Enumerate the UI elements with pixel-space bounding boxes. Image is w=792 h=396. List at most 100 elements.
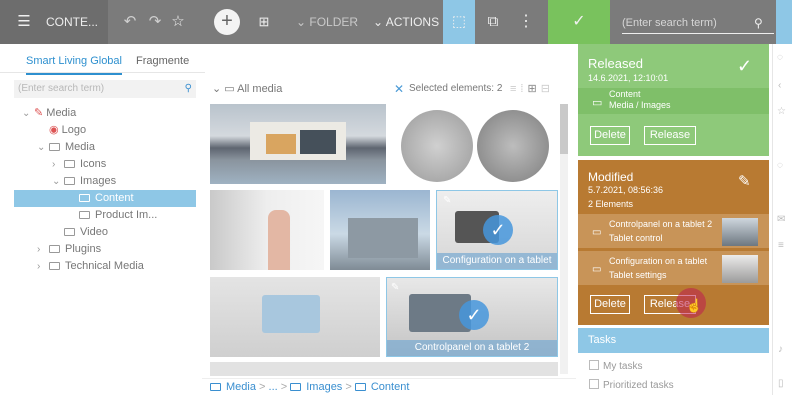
search-icon[interactable]: ⚲ [754, 16, 763, 30]
bell-icon[interactable]: ♪ [778, 344, 783, 355]
breadcrumb: Media > ... > Images > Content [202, 378, 576, 395]
modified-count: 2 Elements [588, 199, 634, 209]
chevron-down-icon: ⌄ [373, 15, 386, 29]
tree-item[interactable]: ◉ Logo [14, 122, 196, 139]
publish-button[interactable]: ✓ [548, 0, 610, 44]
task-label: Prioritized tasks [603, 380, 674, 391]
more-vertical-icon[interactable]: ⋮ [518, 0, 534, 44]
selected-check-icon: ✓ [459, 300, 489, 330]
tree-item[interactable]: › Technical Media [14, 258, 196, 275]
tree-item-label: Product Im... [95, 209, 158, 221]
top-search-input[interactable]: (Enter search term) [622, 12, 774, 34]
tree-item-label: Media [46, 107, 77, 119]
tree-item-label: Icons [80, 158, 107, 170]
folder-icon [79, 211, 90, 219]
delete-button[interactable]: Delete [590, 126, 630, 145]
rail-icon[interactable]: ▯ [778, 378, 784, 389]
task-prioritized[interactable]: Prioritized tasks [589, 379, 674, 391]
redo-icon[interactable]: ↷ [145, 0, 165, 44]
clear-selection-icon[interactable]: ✕ [394, 82, 404, 96]
folder-icon [79, 194, 90, 202]
release-button[interactable]: Release [644, 126, 696, 145]
image-configuration-tablet[interactable]: ✓ ✎ Configuration on a tablet [436, 190, 558, 270]
app-title[interactable]: CONTE... [46, 0, 98, 44]
tree-item[interactable]: Video [14, 224, 196, 241]
modified-item-sub: Tablet settings [609, 270, 667, 280]
chevron-right-icon[interactable]: › [52, 156, 64, 173]
grid-scrollbar[interactable] [560, 104, 568, 374]
tree-item-label: Images [80, 175, 117, 187]
all-media-label: All media [237, 83, 283, 95]
pencil-icon[interactable]: ✎ [738, 172, 751, 190]
chevron-right-icon[interactable]: › [37, 241, 49, 258]
breadcrumb-item[interactable]: Images [306, 381, 342, 393]
folder-icon [49, 262, 60, 270]
image-woman-blinds[interactable] [210, 190, 324, 270]
tree-item[interactable]: › Icons [14, 156, 196, 173]
grid-icon[interactable]: ⊞ [255, 0, 273, 44]
tree-item-label: Plugins [65, 243, 102, 255]
breadcrumb-item[interactable]: ... [269, 381, 278, 393]
chevron-right-icon[interactable]: › [37, 258, 49, 275]
devices-icon[interactable]: ⧉ [482, 0, 504, 44]
chevron-left-icon[interactable]: ‹ [778, 80, 781, 91]
image-smart-home-panel[interactable] [210, 277, 380, 357]
pencil-icon: ✎ [443, 195, 452, 206]
star-icon[interactable]: ☆ [777, 106, 786, 117]
modified-item-sub: Tablet control [609, 233, 663, 243]
folder-icon [64, 160, 75, 168]
tree-item[interactable]: ⌄ Media [14, 139, 196, 156]
tree-item[interactable]: ⌄ Images [14, 173, 196, 190]
image-robot-vacuum[interactable] [393, 104, 557, 184]
tree-item-label: Content [95, 192, 134, 204]
tree-item[interactable]: Content [14, 190, 196, 207]
image-controlpanel-tablet[interactable]: ✓ ✎ Controlpanel on a tablet 2 [386, 277, 558, 357]
mail-icon[interactable]: ✉ [777, 214, 785, 225]
actions-menu[interactable]: ⌄ ACTIONS [373, 0, 439, 44]
tree-item[interactable]: Product Im... [14, 207, 196, 224]
chevron-down-icon[interactable]: ⌄ [37, 139, 49, 156]
selected-check-icon: ✓ [483, 215, 513, 245]
menu-icon[interactable]: ≡ [778, 240, 784, 251]
released-item-name: Content [609, 89, 641, 99]
folder-menu[interactable]: ⌄ FOLDER [296, 0, 358, 44]
item-thumbnail [722, 218, 758, 246]
image-modern-house[interactable] [210, 104, 386, 184]
task-my-tasks[interactable]: My tasks [589, 360, 642, 372]
search-icon[interactable]: ⚲ [185, 83, 192, 94]
pencil-icon: ✎ [34, 107, 47, 119]
star-icon[interactable]: ☆ [168, 0, 188, 44]
released-date: 14.6.2021, 12:10:01 [588, 73, 669, 83]
side-blue-tab[interactable] [776, 0, 792, 44]
view-mode-icons[interactable]: ≡⁞⊞⊟ [510, 82, 554, 95]
undo-icon[interactable]: ↶ [120, 0, 140, 44]
tag-button[interactable]: ⬚ [443, 0, 475, 44]
add-button[interactable]: + [214, 9, 240, 35]
tree-item-label: Media [65, 141, 95, 153]
image-office-building[interactable] [330, 190, 430, 270]
tree-search-placeholder: (Enter search term) [18, 83, 105, 94]
breadcrumb-item[interactable]: Content [371, 381, 410, 393]
hamburger-icon[interactable]: ☰ [14, 0, 34, 44]
rail-icon[interactable]: ◌ [777, 52, 783, 63]
item-thumbnail [722, 255, 758, 283]
tab-fragmente[interactable]: Fragmente [136, 55, 189, 67]
tasks-title: Tasks [588, 334, 617, 346]
tree-item[interactable]: ⌄ ✎ Media [14, 105, 196, 122]
folder-icon [49, 245, 60, 253]
top-search-placeholder: (Enter search term) [622, 17, 717, 29]
media-tree: ⌄ ✎ Media ◉ Logo ⌄ Media › Icons ⌄ Images Content… [14, 105, 196, 275]
delete-button[interactable]: Delete [590, 295, 630, 314]
checkbox[interactable] [589, 379, 599, 389]
chevron-down-icon[interactable]: ⌄ [52, 173, 64, 190]
checkbox[interactable] [589, 360, 599, 370]
tree-search-input[interactable]: (Enter search term) ⚲ [14, 80, 196, 98]
released-item[interactable] [578, 88, 769, 114]
tree-item[interactable]: › Plugins [14, 241, 196, 258]
chevron-down-icon[interactable]: ⌄ [22, 105, 34, 122]
breadcrumb-item[interactable]: Media [226, 381, 256, 393]
rail-icon[interactable]: ◌ [777, 160, 783, 171]
tag-icon: ⬚ [451, 13, 467, 30]
folder-icon [64, 177, 75, 185]
all-media-filter[interactable]: ⌄ ▭ All media [212, 82, 282, 95]
